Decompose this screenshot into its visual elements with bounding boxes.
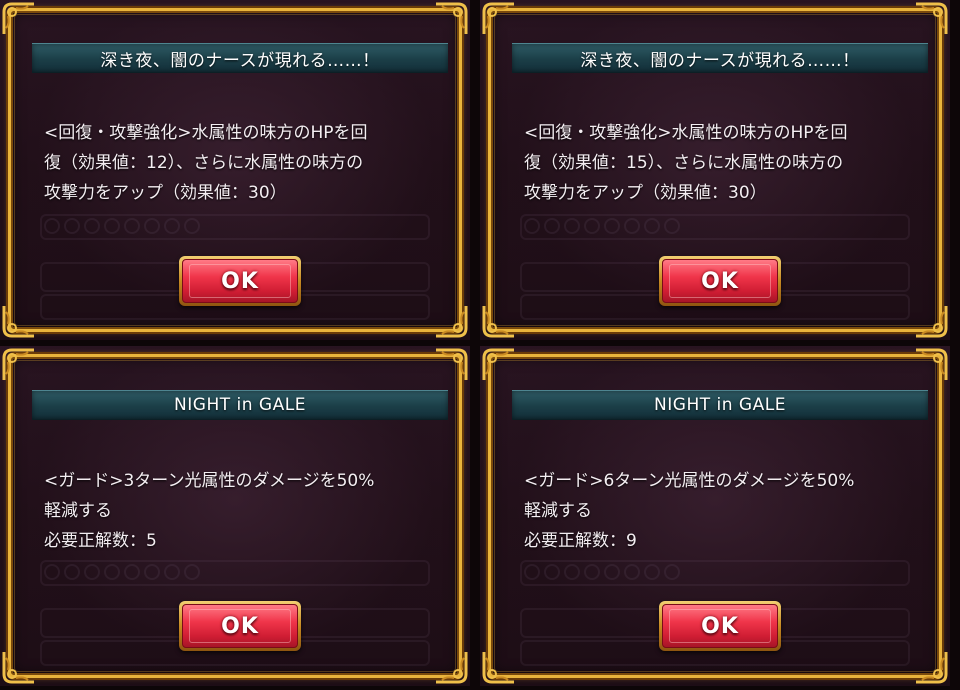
skill-description-line: <回復・攻撃強化>水属性の味方のHPを回: [44, 123, 368, 143]
skill-description-line: 必要正解数：5: [44, 531, 157, 551]
skill-description-line: 攻撃力をアップ（効果値：30）: [44, 183, 287, 203]
skill-description: <ガード>3ターン光属性のダメージを50% 軽減する 必要正解数：5: [44, 466, 444, 556]
skill-description-line: <ガード>3ターン光属性のダメージを50%: [44, 471, 375, 491]
skill-description-line: 攻撃力をアップ（効果値：30）: [524, 183, 767, 203]
ok-button[interactable]: OK: [179, 256, 301, 306]
ok-button-face[interactable]: OK: [182, 259, 298, 303]
ok-button-face[interactable]: OK: [662, 259, 778, 303]
corner-ornament-icon: [434, 304, 468, 338]
corner-ornament-icon: [914, 304, 948, 338]
skill-description: <回復・攻撃強化>水属性の味方のHPを回 復（効果値：15）、さらに水属性の味方…: [524, 118, 924, 208]
dialog-title: 深き夜、闇のナースが現れる……！: [580, 50, 860, 71]
ok-button[interactable]: OK: [179, 601, 301, 651]
background-ghost-circles: [524, 564, 680, 580]
dialog-title-bar: 深き夜、闇のナースが現れる……！: [32, 43, 448, 73]
ok-button-label: OK: [701, 613, 739, 639]
corner-ornament-icon: [2, 650, 36, 684]
corner-ornament-icon: [434, 650, 468, 684]
skill-description-line: <回復・攻撃強化>水属性の味方のHPを回: [524, 123, 848, 143]
ok-button-face[interactable]: OK: [662, 604, 778, 648]
corner-ornament-icon: [482, 304, 516, 338]
dialog-title: 深き夜、闇のナースが現れる……！: [100, 50, 380, 71]
corner-ornament-icon: [914, 650, 948, 684]
skill-description-line: 軽減する: [44, 501, 112, 521]
corner-ornament-icon: [2, 2, 36, 36]
corner-ornament-icon: [434, 348, 468, 382]
skill-description-line: 軽減する: [524, 501, 592, 521]
corner-ornament-icon: [2, 348, 36, 382]
skill-description: <回復・攻撃強化>水属性の味方のHPを回 復（効果値：12）、さらに水属性の味方…: [44, 118, 444, 208]
dialog-title-bar: 深き夜、闇のナースが現れる……！: [512, 43, 928, 73]
ok-button[interactable]: OK: [659, 256, 781, 306]
dialog-title: NIGHT in GALE: [654, 395, 786, 415]
skill-dialog-4: NIGHT in GALE <ガード>6ターン光属性のダメージを50% 軽減する…: [480, 346, 950, 686]
corner-ornament-icon: [482, 2, 516, 36]
skill-description-line: 復（効果値：15）、さらに水属性の味方の: [524, 153, 844, 173]
corner-ornament-icon: [434, 2, 468, 36]
skill-dialog-3: NIGHT in GALE <ガード>3ターン光属性のダメージを50% 軽減する…: [0, 346, 470, 686]
ok-button-label: OK: [221, 268, 259, 294]
background-ghost-circles: [44, 564, 200, 580]
corner-ornament-icon: [914, 348, 948, 382]
background-ghost-circles: [44, 218, 200, 234]
corner-ornament-icon: [482, 650, 516, 684]
background-ghost-circles: [524, 218, 680, 234]
ok-button-face[interactable]: OK: [182, 604, 298, 648]
corner-ornament-icon: [482, 348, 516, 382]
ok-button-label: OK: [221, 613, 259, 639]
skill-dialog-1: 深き夜、闇のナースが現れる……！ <回復・攻撃強化>水属性の味方のHPを回 復（…: [0, 0, 470, 340]
corner-ornament-icon: [914, 2, 948, 36]
skill-description-line: 復（効果値：12）、さらに水属性の味方の: [44, 153, 364, 173]
dialog-title: NIGHT in GALE: [174, 395, 306, 415]
dialog-title-bar: NIGHT in GALE: [32, 390, 448, 420]
skill-description-line: 必要正解数：9: [524, 531, 637, 551]
skill-description-line: <ガード>6ターン光属性のダメージを50%: [524, 471, 855, 491]
corner-ornament-icon: [2, 304, 36, 338]
skill-description: <ガード>6ターン光属性のダメージを50% 軽減する 必要正解数：9: [524, 466, 924, 556]
dialog-title-bar: NIGHT in GALE: [512, 390, 928, 420]
ok-button-label: OK: [701, 268, 739, 294]
ok-button[interactable]: OK: [659, 601, 781, 651]
skill-dialog-2: 深き夜、闇のナースが現れる……！ <回復・攻撃強化>水属性の味方のHPを回 復（…: [480, 0, 950, 340]
